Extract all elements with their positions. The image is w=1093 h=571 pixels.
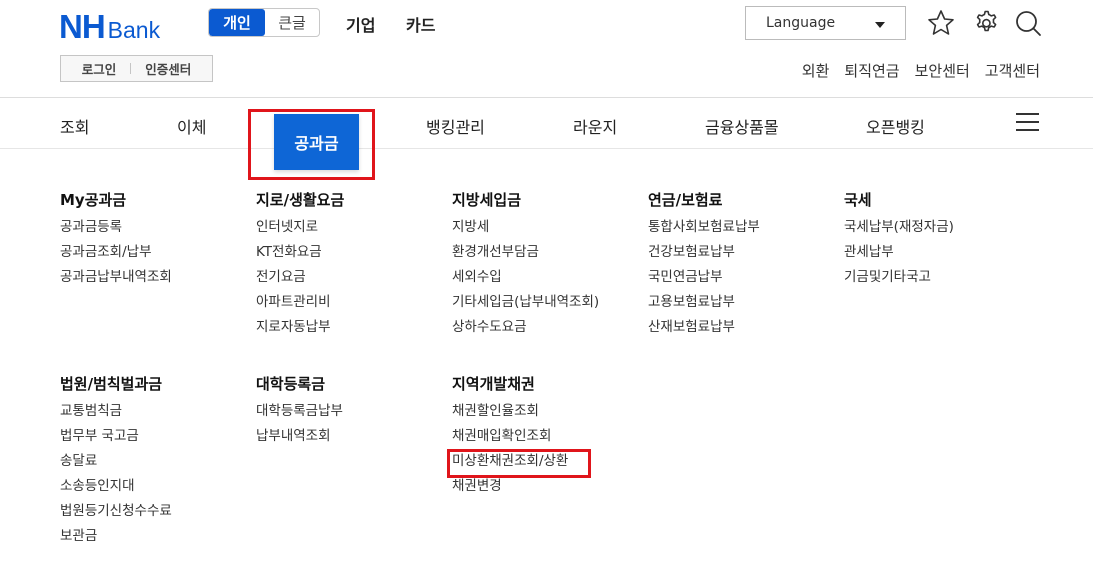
mode-large-font-button[interactable]: 큰글 xyxy=(265,9,319,36)
gnb-banking-mgmt[interactable]: 뱅킹관리 xyxy=(426,114,485,138)
gnb-open-banking[interactable]: 오픈뱅킹 xyxy=(866,114,925,138)
util-link-customer-center[interactable]: 고객센터 xyxy=(985,60,1040,81)
utility-links: 외환 퇴직연금 보안센터 고객센터 xyxy=(802,60,1040,81)
nh-bank-logo[interactable]: NH Bank xyxy=(59,8,160,46)
menu-item[interactable]: 기금및기타국고 xyxy=(844,270,954,295)
menu-item[interactable]: 공과금납부내역조회 xyxy=(60,270,172,295)
menu-item[interactable]: 상하수도요금 xyxy=(452,320,599,345)
divider xyxy=(130,63,132,74)
menu-item[interactable]: 송달료 xyxy=(60,454,172,479)
menu-item[interactable]: 전기요금 xyxy=(256,270,344,295)
menu-item[interactable]: 세외수입 xyxy=(452,270,599,295)
menu-group-giro: 지로/생활요금 인터넷지로 KT전화요금 전기요금 아파트관리비 지로자동납부 xyxy=(256,189,344,345)
star-icon[interactable] xyxy=(926,8,956,38)
menu-item[interactable]: 대학등록금납부 xyxy=(256,404,343,429)
menu-item[interactable]: 채권할인율조회 xyxy=(452,404,568,429)
logo-nh: NH xyxy=(59,8,106,45)
gnb-lounge[interactable]: 라운지 xyxy=(573,114,617,138)
menu-group-my-bills: My공과금 공과금등록 공과금조회/납부 공과금납부내역조회 xyxy=(60,189,172,295)
menu-item[interactable]: 국민연금납부 xyxy=(648,270,760,295)
highlight-box-menu-item xyxy=(447,449,591,478)
menu-item[interactable]: 인터넷지로 xyxy=(256,220,344,245)
menu-group-title: 법원/범칙벌과금 xyxy=(60,375,163,393)
mode-personal-button[interactable]: 개인 xyxy=(209,9,265,36)
menu-item[interactable]: 지로자동납부 xyxy=(256,320,344,345)
menu-group-title: 지방세입금 xyxy=(452,191,522,209)
menu-group-pension-insurance: 연금/보험료 통합사회보험료납부 건강보험료납부 국민연금납부 고용보험료납부 … xyxy=(648,189,760,345)
hamburger-menu-icon[interactable] xyxy=(1016,113,1039,133)
menu-group-title: 지역개발채권 xyxy=(452,375,535,393)
menu-item[interactable]: 보관금 xyxy=(60,529,172,554)
language-label: Language xyxy=(766,15,836,31)
login-cert-box: 로그인 인증센터 xyxy=(60,55,213,82)
menu-group-title: 국세 xyxy=(844,191,872,209)
gnb-divider xyxy=(0,148,1093,149)
caret-down-icon xyxy=(875,22,885,28)
menu-item[interactable]: 통합사회보험료납부 xyxy=(648,220,760,245)
util-link-security-center[interactable]: 보안센터 xyxy=(915,60,970,81)
menu-item[interactable]: 건강보험료납부 xyxy=(648,245,760,270)
mode-toggle: 개인 큰글 xyxy=(208,8,320,37)
language-select[interactable]: Language xyxy=(745,6,906,40)
menu-item[interactable]: 채권변경 xyxy=(452,479,568,504)
menu-group-local-tax: 지방세입금 지방세 환경개선부담금 세외수입 기타세입금(납부내역조회) 상하수… xyxy=(452,189,599,345)
menu-group-title: 연금/보험료 xyxy=(648,191,723,209)
util-link-foreign-exchange[interactable]: 외환 xyxy=(802,60,830,81)
menu-item[interactable]: 산재보험료납부 xyxy=(648,320,760,345)
menu-item[interactable]: 공과금등록 xyxy=(60,220,172,245)
util-link-pension[interactable]: 퇴직연금 xyxy=(844,60,899,81)
header-divider xyxy=(0,97,1093,98)
menu-item[interactable]: 국세납부(재정자금) xyxy=(844,220,954,245)
menu-group-title: 대학등록금 xyxy=(256,375,326,393)
menu-item[interactable]: 기타세입금(납부내역조회) xyxy=(452,295,599,320)
menu-group-title: My공과금 xyxy=(60,191,127,209)
menu-item[interactable]: 환경개선부담금 xyxy=(452,245,599,270)
menu-item[interactable]: 법무부 국고금 xyxy=(60,429,172,454)
menu-item[interactable]: 납부내역조회 xyxy=(256,429,343,454)
menu-item[interactable]: 고용보험료납부 xyxy=(648,295,760,320)
menu-group-title: 지로/생활요금 xyxy=(256,191,345,209)
menu-item[interactable]: KT전화요금 xyxy=(256,245,344,270)
menu-item[interactable]: 법원등기신청수수료 xyxy=(60,504,172,529)
logo-bank: Bank xyxy=(107,17,161,43)
top-link-corporate[interactable]: 기업 xyxy=(346,12,375,36)
gear-icon[interactable] xyxy=(971,8,1001,38)
gnb-products-mall[interactable]: 금융상품몰 xyxy=(705,114,779,138)
menu-group-tuition: 대학등록금 대학등록금납부 납부내역조회 xyxy=(256,373,343,454)
menu-item[interactable]: 지방세 xyxy=(452,220,599,245)
menu-item[interactable]: 교통범칙금 xyxy=(60,404,172,429)
menu-item[interactable]: 소송등인지대 xyxy=(60,479,172,504)
menu-item[interactable]: 아파트관리비 xyxy=(256,295,344,320)
menu-group-court-fines: 법원/범칙벌과금 교통범칙금 법무부 국고금 송달료 소송등인지대 법원등기신청… xyxy=(60,373,172,554)
top-link-card[interactable]: 카드 xyxy=(406,12,435,36)
gnb-transfer[interactable]: 이체 xyxy=(177,114,206,138)
login-link[interactable]: 로그인 xyxy=(82,59,117,78)
gnb-inquiry[interactable]: 조회 xyxy=(60,114,89,138)
search-icon[interactable] xyxy=(1013,8,1043,38)
cert-center-link[interactable]: 인증센터 xyxy=(145,59,191,78)
menu-item[interactable]: 공과금조회/납부 xyxy=(60,245,172,270)
menu-group-national-tax: 국세 국세납부(재정자금) 관세납부 기금및기타국고 xyxy=(844,189,954,295)
menu-item[interactable]: 관세납부 xyxy=(844,245,954,270)
menu-group-regional-bonds: 지역개발채권 채권할인율조회 채권매입확인조회 미상환채권조회/상환 채권변경 xyxy=(452,373,568,504)
highlight-box-gnb xyxy=(248,109,375,180)
